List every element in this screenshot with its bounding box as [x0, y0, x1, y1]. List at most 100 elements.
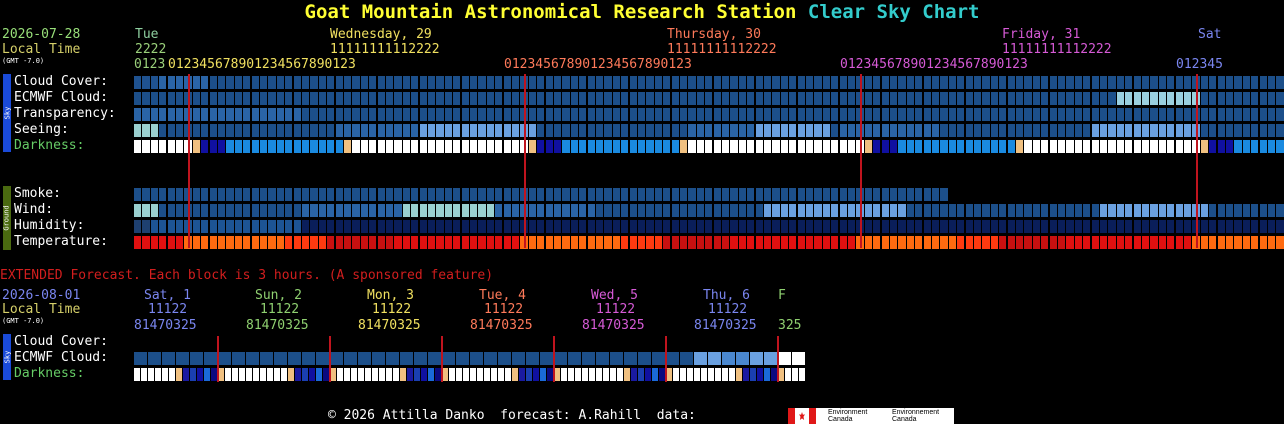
- darkness-cell: [1007, 140, 1015, 153]
- smoke-cell: [360, 188, 368, 201]
- humidity-cell: [680, 220, 688, 233]
- wind-cell: [654, 204, 662, 217]
- cloud-cover-cell: [478, 76, 486, 89]
- seeing-cell: [948, 124, 956, 137]
- cloud-cover-cell: [167, 76, 175, 89]
- ecmwf-cloud-cell: [705, 92, 713, 105]
- ext-ecmwf-cell: [554, 352, 567, 365]
- smoke-cell: [755, 188, 763, 201]
- seeing-cell: [360, 124, 368, 137]
- temperature-cell: [713, 236, 721, 249]
- ecmwf-cloud-cell: [310, 92, 318, 105]
- humidity-cell: [738, 220, 746, 233]
- humidity-cell: [444, 220, 452, 233]
- ecmwf-cloud-cell: [318, 92, 326, 105]
- ecmwf-cloud-cell: [302, 92, 310, 105]
- ext-midnight-line: [441, 336, 443, 382]
- cloud-cover-cell: [537, 76, 545, 89]
- temperature-cell: [982, 236, 990, 249]
- ground-section-tab[interactable]: Ground: [3, 186, 11, 250]
- temperature-cell: [142, 236, 150, 249]
- cloud-cover-cell: [444, 76, 452, 89]
- smoke-cell: [646, 188, 654, 201]
- cloud-cover-cell: [495, 76, 503, 89]
- ecmwf-cloud-cell: [176, 92, 184, 105]
- transparency-cell: [890, 108, 898, 121]
- humidity-cell: [453, 220, 461, 233]
- humidity-cell: [1242, 220, 1250, 233]
- temperature-cell: [537, 236, 545, 249]
- wind-cell: [360, 204, 368, 217]
- humidity-cell: [1091, 220, 1099, 233]
- cloud-cover-cell: [1016, 76, 1024, 89]
- cloud-cover-cell: [394, 76, 402, 89]
- smoke-cell: [335, 188, 343, 201]
- humidity-cell: [890, 220, 898, 233]
- darkness-cell: [722, 140, 730, 153]
- humidity-cell: [1226, 220, 1234, 233]
- ext-hours-segment: 81470325: [134, 318, 197, 333]
- wind-cell: [780, 204, 788, 217]
- cloud-cover-cell: [1125, 76, 1133, 89]
- main-hours-segment: 012345678901234567890123: [504, 57, 692, 72]
- darkness-cell: [1226, 140, 1234, 153]
- ecmwf-cloud-cell: [1268, 92, 1276, 105]
- ecmwf-cloud-cell: [369, 92, 377, 105]
- transparency-cell: [1041, 108, 1049, 121]
- seeing-cell: [470, 124, 478, 137]
- seeing-cell: [1108, 124, 1116, 137]
- transparency-cell: [982, 108, 990, 121]
- cloud-cover-cell: [814, 76, 822, 89]
- humidity-cell: [1209, 220, 1217, 233]
- transparency-cell: [293, 108, 301, 121]
- humidity-cell: [411, 220, 419, 233]
- temperature-cell: [957, 236, 965, 249]
- cloud-cover-cell: [629, 76, 637, 89]
- temperature-cell: [570, 236, 578, 249]
- wind-cell: [755, 204, 763, 217]
- temperature-cell: [1209, 236, 1217, 249]
- ecmwf-cloud-cell: [537, 92, 545, 105]
- main-tens-segment: 11111111112222: [667, 42, 777, 57]
- ecmwf-cloud-cell: [1016, 92, 1024, 105]
- seeing-cell: [990, 124, 998, 137]
- ext-sky-section-tab[interactable]: Sky: [3, 334, 11, 380]
- smoke-cell: [873, 188, 881, 201]
- darkness-cell: [646, 140, 654, 153]
- smoke-cell: [906, 188, 914, 201]
- humidity-cell: [1024, 220, 1032, 233]
- smoke-cell: [806, 188, 814, 201]
- ext-darkness-cell: [141, 368, 148, 381]
- seeing-cell: [1024, 124, 1032, 137]
- seeing-cell: [1167, 124, 1175, 137]
- ecmwf-cloud-cell: [940, 92, 948, 105]
- wind-cell: [209, 204, 217, 217]
- canada-flag-icon[interactable]: [788, 408, 816, 424]
- wind-cell: [1058, 204, 1066, 217]
- transparency-cell: [873, 108, 881, 121]
- temperature-cell: [755, 236, 763, 249]
- humidity-cell: [1041, 220, 1049, 233]
- humidity-cell: [906, 220, 914, 233]
- ext-sky-section-label: Sky: [3, 350, 11, 364]
- temperature-cell: [1133, 236, 1141, 249]
- ecmwf-cloud-cell: [327, 92, 335, 105]
- environment-canada-logo[interactable]: Environment Canada Environnement Canada: [816, 408, 954, 424]
- humidity-cell: [1234, 220, 1242, 233]
- smoke-cell: [923, 188, 931, 201]
- transparency-cell: [1091, 108, 1099, 121]
- cloud-cover-cell: [226, 76, 234, 89]
- ext-ecmwf-cell: [792, 352, 805, 365]
- wind-cell: [671, 204, 679, 217]
- transparency-cell: [831, 108, 839, 121]
- darkness-cell: [596, 140, 604, 153]
- seeing-cell: [688, 124, 696, 137]
- ecmwf-cloud-cell: [1259, 92, 1267, 105]
- sky-section-tab[interactable]: Sky: [3, 74, 11, 152]
- seeing-cell: [671, 124, 679, 137]
- transparency-cell: [822, 108, 830, 121]
- smoke-cell: [419, 188, 427, 201]
- temperature-cell: [260, 236, 268, 249]
- darkness-cell: [318, 140, 326, 153]
- humidity-cell: [1268, 220, 1276, 233]
